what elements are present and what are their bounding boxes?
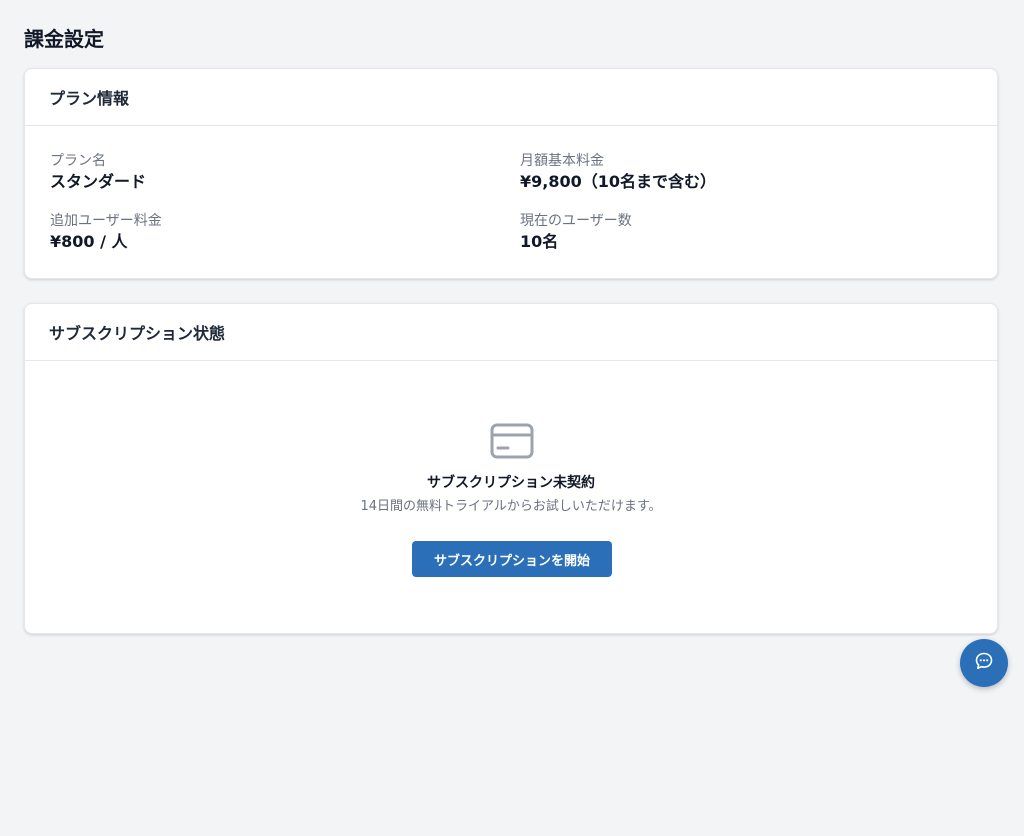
current-user-count-label: 現在のユーザー数 bbox=[520, 213, 632, 229]
current-user-count-value: 10名 bbox=[520, 232, 559, 251]
plan-name-field: プラン名 スタンダード bbox=[50, 151, 146, 193]
subscription-status-header: サブスクリプション状態 bbox=[25, 304, 997, 361]
subscription-status-card: サブスクリプション状態 サブスクリプション未契約 14日間の無料トライアルからお… bbox=[24, 303, 998, 634]
subscription-empty-title: サブスクリプション未契約 bbox=[427, 475, 595, 491]
billing-settings-page: 課金設定 プラン情報 プラン名 スタンダード 月額基本料金 ¥9,800（10名… bbox=[0, 0, 1024, 836]
chat-button[interactable] bbox=[960, 639, 1008, 687]
current-user-count-field: 現在のユーザー数 10名 bbox=[520, 211, 632, 253]
monthly-fee-field: 月額基本料金 ¥9,800（10名まで含む） bbox=[520, 151, 716, 193]
plan-info-grid: プラン名 スタンダード 月額基本料金 ¥9,800（10名まで含む） 追加ユーザ… bbox=[25, 126, 997, 278]
plan-name-label: プラン名 bbox=[50, 153, 106, 169]
credit-card-icon bbox=[490, 423, 534, 459]
chat-bubble-icon bbox=[974, 651, 994, 675]
start-subscription-button[interactable]: サブスクリプションを開始 bbox=[412, 541, 612, 577]
plan-info-card: プラン情報 プラン名 スタンダード 月額基本料金 ¥9,800（10名まで含む）… bbox=[24, 68, 998, 279]
plan-info-header: プラン情報 bbox=[25, 69, 997, 126]
subscription-empty-description: 14日間の無料トライアルからお試しいただけます。 bbox=[360, 499, 662, 514]
extra-user-fee-label: 追加ユーザー料金 bbox=[50, 213, 162, 229]
monthly-fee-label: 月額基本料金 bbox=[520, 153, 604, 169]
extra-user-fee-field: 追加ユーザー料金 ¥800 / 人 bbox=[50, 211, 162, 253]
extra-user-fee-value: ¥800 / 人 bbox=[50, 232, 128, 251]
plan-name-value: スタンダード bbox=[50, 172, 147, 191]
monthly-fee-value: ¥9,800（10名まで含む） bbox=[520, 172, 717, 191]
page-title: 課金設定 bbox=[24, 27, 104, 51]
subscription-empty-state: サブスクリプション未契約 14日間の無料トライアルからお試しいただけます。 サブ… bbox=[25, 361, 997, 633]
